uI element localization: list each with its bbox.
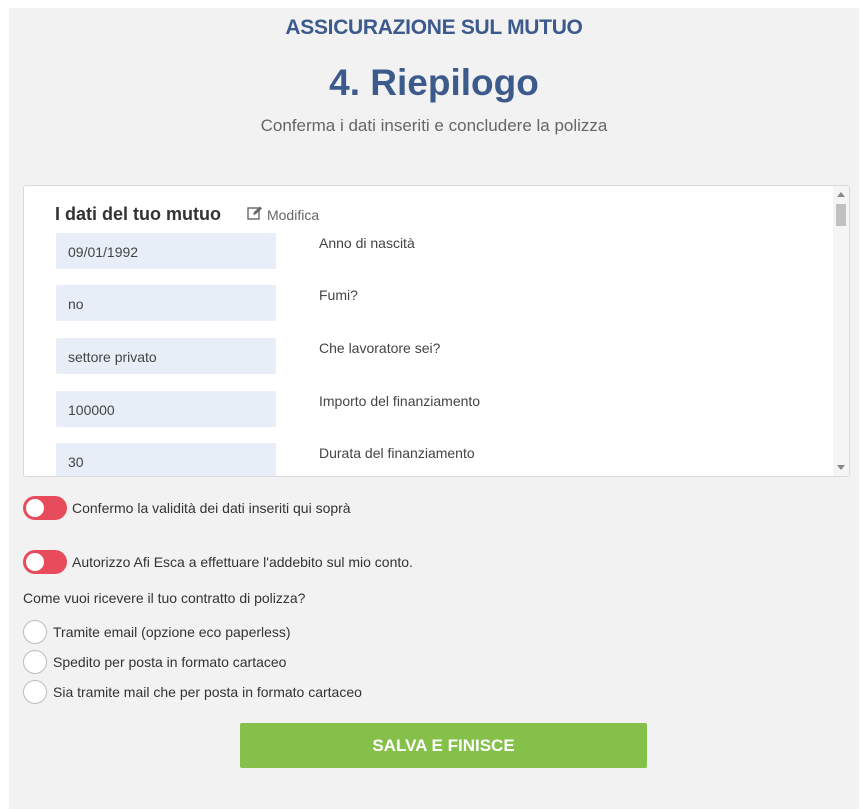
- loan-amount-label: Importo del finanziamento: [319, 393, 481, 409]
- loan-duration-label: Durata del finanziamento: [319, 445, 475, 461]
- scroll-down-arrow-icon[interactable]: [837, 465, 845, 470]
- delivery-question: Come vuoi ricevere il tuo contratto di p…: [23, 590, 306, 606]
- debit-authorization-label: Autorizzo Afi Esca a effettuare l'addebi…: [72, 554, 413, 570]
- summary-row-amount: 100000 Importo del finanziamento: [56, 391, 756, 427]
- summary-row-duration: 30 Durata del finanziamento: [56, 443, 756, 476]
- worker-type-value: settore privato: [56, 338, 276, 374]
- confirm-data-label: Confermo la validità dei dati inseriti q…: [72, 500, 351, 516]
- radio-button[interactable]: [23, 650, 47, 674]
- page-supertitle: ASSICURAZIONE SUL MUTUO: [285, 16, 583, 39]
- debit-authorization-toggle[interactable]: [23, 550, 67, 574]
- confirm-data-toggle[interactable]: [23, 496, 67, 520]
- toggle-knob: [26, 499, 44, 517]
- page-subtitle: Conferma i dati inseriti e concludere la…: [260, 116, 608, 135]
- birth-date-label: Anno di nascità: [319, 235, 415, 251]
- edit-icon: [247, 206, 267, 223]
- birth-date-value: 09/01/1992: [56, 233, 276, 269]
- summary-row-birth: 09/01/1992 Anno di nascità: [56, 233, 756, 269]
- smoker-label: Fumi?: [319, 287, 358, 303]
- summary-header: I dati del tuo mutuo Modifica: [55, 204, 319, 225]
- radio-button[interactable]: [23, 680, 47, 704]
- summary-scrollbar[interactable]: [833, 186, 849, 476]
- radio-button[interactable]: [23, 620, 47, 644]
- delivery-option-email-label: Tramite email (opzione eco paperless): [53, 624, 291, 640]
- summary-row-worker: settore privato Che lavoratore sei?: [56, 338, 756, 374]
- save-and-finish-button[interactable]: SALVA E FINISCE: [240, 723, 647, 768]
- delivery-option-both[interactable]: Sia tramite mail che per posta in format…: [23, 680, 362, 704]
- delivery-option-mail-label: Spedito per posta in formato cartaceo: [53, 654, 287, 670]
- toggle-knob: [26, 553, 44, 571]
- delivery-option-mail[interactable]: Spedito per posta in formato cartaceo: [23, 650, 286, 674]
- summary-card: I dati del tuo mutuo Modifica 09/01/1992…: [23, 185, 850, 477]
- delivery-option-email[interactable]: Tramite email (opzione eco paperless): [23, 620, 291, 644]
- loan-duration-value: 30: [56, 443, 276, 476]
- debit-authorization-consent: Autorizzo Afi Esca a effettuare l'addebi…: [23, 550, 413, 574]
- page-title: 4. Riepilogo: [329, 62, 539, 103]
- delivery-option-both-label: Sia tramite mail che per posta in format…: [53, 684, 362, 700]
- smoker-value: no: [56, 285, 276, 321]
- scroll-thumb[interactable]: [836, 204, 846, 226]
- scroll-up-arrow-icon[interactable]: [837, 192, 845, 197]
- edit-link[interactable]: Modifica: [247, 206, 319, 223]
- edit-label: Modifica: [266, 206, 320, 223]
- confirm-data-consent: Confermo la validità dei dati inseriti q…: [23, 496, 351, 520]
- worker-type-label: Che lavoratore sei?: [319, 340, 441, 356]
- summary-row-smoker: no Fumi?: [56, 285, 756, 321]
- page: ASSICURAZIONE SUL MUTUO 4. Riepilogo Con…: [9, 8, 859, 809]
- summary-title: I dati del tuo mutuo: [55, 204, 221, 224]
- loan-amount-value: 100000: [56, 391, 276, 427]
